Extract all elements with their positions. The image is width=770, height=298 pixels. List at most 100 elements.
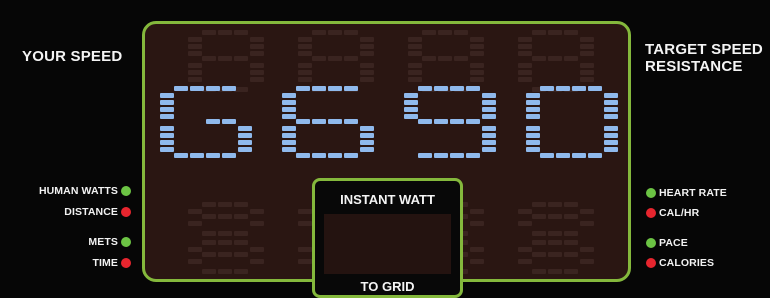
segment-block xyxy=(218,202,232,207)
segment-block xyxy=(518,70,532,75)
segment-block xyxy=(344,86,358,91)
segment-block xyxy=(344,56,358,61)
segment-block xyxy=(580,247,594,252)
ghost-digit xyxy=(188,240,264,274)
segment-block xyxy=(470,63,484,68)
segment-block xyxy=(470,44,484,49)
segment-block xyxy=(532,214,546,219)
segment-block xyxy=(408,70,422,75)
segment-block xyxy=(482,133,496,138)
segment-block xyxy=(190,86,204,91)
digit-0 xyxy=(526,86,618,158)
segment-block xyxy=(588,153,602,158)
segment-block xyxy=(282,93,296,98)
segment-block xyxy=(282,100,296,105)
segment-block xyxy=(482,114,496,119)
segment-block xyxy=(360,63,374,68)
segment-block xyxy=(482,147,496,152)
segment-block xyxy=(450,86,464,91)
segment-block xyxy=(202,269,216,274)
segment-block xyxy=(526,140,540,145)
segment-block xyxy=(572,153,586,158)
segment-block xyxy=(482,126,496,131)
segment-block xyxy=(418,153,432,158)
segment-block xyxy=(482,100,496,105)
segment-block xyxy=(174,153,188,158)
segment-block xyxy=(470,247,484,252)
segment-block xyxy=(160,107,174,112)
segment-block xyxy=(604,133,618,138)
segment-block xyxy=(532,269,546,274)
segment-block xyxy=(160,93,174,98)
segment-block xyxy=(298,70,312,75)
status-dot-icon xyxy=(646,258,656,268)
segment-block xyxy=(296,119,310,124)
segment-block xyxy=(604,107,618,112)
segment-block xyxy=(434,86,448,91)
segment-block xyxy=(548,240,562,245)
segment-block xyxy=(250,44,264,49)
segment-block xyxy=(470,37,484,42)
segment-block xyxy=(222,119,236,124)
segment-block xyxy=(518,37,532,42)
segment-block xyxy=(580,37,594,42)
segment-block xyxy=(250,51,264,56)
segment-block xyxy=(234,269,248,274)
your-speed-label: YOUR SPEED xyxy=(22,48,123,65)
segment-block xyxy=(312,30,326,35)
status-dot-icon xyxy=(646,238,656,248)
segment-block xyxy=(548,252,562,257)
indicator-label: HUMAN WATTS xyxy=(38,185,118,197)
segment-block xyxy=(218,30,232,35)
segment-block xyxy=(234,30,248,35)
segment-block xyxy=(470,259,484,264)
indicator-label: METS xyxy=(88,236,118,248)
segment-block xyxy=(344,153,358,158)
segment-block xyxy=(160,126,174,131)
segment-block xyxy=(604,147,618,152)
segment-block xyxy=(234,56,248,61)
segment-block xyxy=(298,51,312,56)
segment-block xyxy=(404,93,418,98)
segment-block xyxy=(218,231,232,236)
segment-block xyxy=(360,37,374,42)
segment-block xyxy=(564,269,578,274)
segment-block xyxy=(518,44,532,49)
segment-block xyxy=(360,44,374,49)
segment-block xyxy=(532,56,546,61)
ghost-digit xyxy=(518,202,594,236)
indicator-distance: DISTANCE xyxy=(0,206,131,218)
segment-block xyxy=(604,126,618,131)
segment-block xyxy=(408,44,422,49)
segment-block xyxy=(160,100,174,105)
to-grid-label: TO GRID xyxy=(360,279,415,294)
segment-block xyxy=(188,247,202,252)
segment-block xyxy=(438,56,452,61)
segment-block xyxy=(564,231,578,236)
segment-block xyxy=(526,126,540,131)
segment-block xyxy=(564,252,578,257)
segment-block xyxy=(434,153,448,158)
segment-block xyxy=(234,202,248,207)
segment-block xyxy=(604,140,618,145)
segment-block xyxy=(556,153,570,158)
segment-block xyxy=(518,259,532,264)
segment-block xyxy=(470,70,484,75)
segment-block xyxy=(218,252,232,257)
segment-block xyxy=(450,153,464,158)
segment-block xyxy=(296,153,310,158)
segment-block xyxy=(188,221,202,226)
segment-block xyxy=(360,70,374,75)
segment-block xyxy=(548,231,562,236)
segment-block xyxy=(580,221,594,226)
indicator-label: HEART RATE xyxy=(659,187,727,199)
segment-block xyxy=(532,240,546,245)
segment-block xyxy=(202,252,216,257)
segment-block xyxy=(360,51,374,56)
segment-block xyxy=(188,44,202,49)
segment-block xyxy=(206,153,220,158)
segment-block xyxy=(454,30,468,35)
segment-block xyxy=(518,247,532,252)
segment-block xyxy=(188,37,202,42)
segment-block xyxy=(282,114,296,119)
